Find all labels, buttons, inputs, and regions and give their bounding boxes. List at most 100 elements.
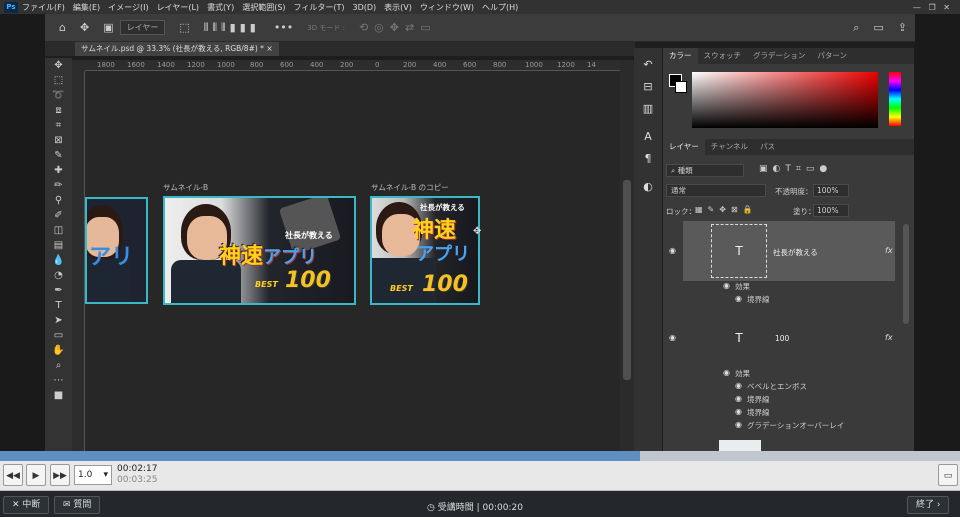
visibility-eye-icon[interactable]: ◉: [669, 333, 676, 342]
effect-stroke[interactable]: 境界線: [747, 394, 770, 405]
artboard-copy-label[interactable]: サムネイル-B のコピー: [371, 182, 449, 193]
eyedropper-tool-icon[interactable]: ✎: [45, 148, 72, 163]
play-button[interactable]: ▶: [26, 464, 46, 486]
close-tab-icon[interactable]: ×: [266, 44, 272, 53]
library-panel-icon[interactable]: ▥: [634, 98, 662, 120]
effect-bevel-emboss[interactable]: ベベルとエンボス: [747, 381, 807, 392]
more-tools-icon[interactable]: ⋯: [45, 373, 72, 388]
canvas-scrollbar[interactable]: [620, 60, 634, 451]
3d-tools-icons[interactable]: ⟲◎✥⇄▭: [359, 21, 437, 34]
menu-file[interactable]: ファイル(F): [22, 2, 65, 13]
tab-gradients[interactable]: グラデーション: [747, 48, 811, 64]
canvas-area[interactable]: アリ サムネイル-B 社長が教える 神速アプリ BEST 100 サムネイル-B…: [85, 71, 620, 451]
effect-stroke[interactable]: 境界線: [747, 294, 770, 305]
menu-image[interactable]: イメージ(I): [108, 2, 148, 13]
fast-forward-button[interactable]: ▶▶: [50, 464, 70, 486]
menu-filter[interactable]: フィルター(T): [294, 2, 345, 13]
artboard-partial[interactable]: アリ: [85, 197, 148, 304]
video-progress-bar[interactable]: [0, 451, 960, 461]
playback-speed-select[interactable]: 1.0 ▾: [74, 465, 112, 485]
visibility-eye-icon[interactable]: ◉: [735, 407, 742, 416]
lasso-tool-icon[interactable]: ➰: [45, 88, 72, 103]
layers-scrollbar-thumb[interactable]: [903, 224, 909, 324]
fx-icon[interactable]: fx: [885, 333, 893, 342]
menu-help[interactable]: ヘルプ(H): [482, 2, 518, 13]
hue-slider[interactable]: [889, 72, 901, 126]
tab-layers[interactable]: レイヤー: [663, 139, 705, 155]
object-select-tool-icon[interactable]: ⧈: [45, 103, 72, 118]
brush-tool-icon[interactable]: ✏: [45, 178, 72, 193]
history-brush-tool-icon[interactable]: ✐: [45, 208, 72, 223]
adjustments-panel-icon[interactable]: ◐: [634, 176, 662, 198]
layer-select-dropdown[interactable]: レイヤー: [119, 20, 166, 35]
rewind-button[interactable]: ◀◀: [3, 464, 23, 486]
menu-window[interactable]: ウィンドウ(W): [420, 2, 474, 13]
frame-tool-icon[interactable]: ⊠: [45, 133, 72, 148]
layer-name[interactable]: 社長が教える: [773, 247, 818, 258]
tab-paths[interactable]: パス: [754, 139, 781, 155]
background-color-swatch[interactable]: [675, 81, 687, 93]
menu-edit[interactable]: 編集(E): [73, 2, 100, 13]
tab-swatches[interactable]: スウォッチ: [698, 48, 748, 64]
visibility-eye-icon[interactable]: ◉: [735, 381, 742, 390]
question-button[interactable]: ✉ 質問: [54, 496, 101, 514]
more-options-icon[interactable]: •••: [274, 21, 293, 34]
tab-patterns[interactable]: パターン: [811, 48, 853, 64]
layer-filter-icons[interactable]: ▣◐T⌗▭●: [759, 164, 832, 174]
opacity-input[interactable]: 100%: [813, 184, 849, 197]
visibility-eye-icon[interactable]: ◉: [723, 368, 730, 377]
zoom-tool-icon[interactable]: ⌕: [45, 358, 72, 373]
share-icon[interactable]: ⇪: [898, 21, 907, 34]
workspace-icon[interactable]: ▭: [873, 21, 883, 34]
character-panel-icon[interactable]: A: [634, 126, 662, 148]
crop-tool-icon[interactable]: ⌗: [45, 118, 72, 133]
scrollbar-thumb[interactable]: [623, 180, 631, 380]
layer-filter-dropdown[interactable]: ⌕ 種類: [666, 164, 744, 177]
end-button[interactable]: 終了 ›: [907, 496, 950, 514]
tab-channels[interactable]: チャンネル: [705, 139, 754, 155]
layer-name[interactable]: 100: [775, 334, 789, 343]
lock-icons[interactable]: ▦✎✥⊠🔒: [695, 205, 758, 214]
menu-view[interactable]: 表示(V): [384, 2, 412, 13]
dodge-tool-icon[interactable]: ◔: [45, 268, 72, 283]
stamp-tool-icon[interactable]: ⚲: [45, 193, 72, 208]
visibility-eye-icon[interactable]: ◉: [735, 394, 742, 403]
paragraph-panel-icon[interactable]: ¶: [634, 148, 662, 170]
visibility-eye-icon[interactable]: ◉: [735, 420, 742, 429]
document-tab[interactable]: サムネイル.psd @ 33.3% (社長が教える, RGB/8#) * ×: [75, 42, 279, 56]
menu-3d[interactable]: 3D(D): [353, 3, 377, 12]
gradient-tool-icon[interactable]: ▤: [45, 238, 72, 253]
window-controls[interactable]: — ❐ ✕: [913, 3, 950, 12]
menu-select[interactable]: 選択範囲(S): [242, 2, 285, 13]
effect-stroke[interactable]: 境界線: [747, 407, 770, 418]
menu-layer[interactable]: レイヤー(L): [157, 2, 199, 13]
fx-icon[interactable]: fx: [885, 246, 893, 255]
hand-tool-icon[interactable]: ✋: [45, 343, 72, 358]
search-icon[interactable]: ⌕: [853, 21, 859, 35]
path-select-tool-icon[interactable]: ➤: [45, 313, 72, 328]
color-picker-field[interactable]: [692, 72, 878, 128]
visibility-eye-icon[interactable]: ◉: [669, 246, 676, 255]
artboard-copy[interactable]: 社長が教える 神速 アプリ BEST 100: [370, 196, 480, 305]
menu-type[interactable]: 書式(Y): [207, 2, 234, 13]
visibility-eye-icon[interactable]: ◉: [735, 294, 742, 303]
move-tool-icon[interactable]: ✥: [45, 58, 72, 73]
effect-gradient-overlay[interactable]: グラデーションオーバーレイ: [747, 420, 844, 431]
properties-panel-icon[interactable]: ⊟: [634, 76, 662, 98]
pen-tool-icon[interactable]: ✒: [45, 283, 72, 298]
align-icons[interactable]: ⫴⫴⫴▮▮▮: [204, 21, 260, 35]
healing-tool-icon[interactable]: ✚: [45, 163, 72, 178]
interrupt-button[interactable]: ✕ 中断: [3, 496, 50, 514]
fullscreen-button[interactable]: ▭: [938, 464, 958, 486]
type-tool-icon[interactable]: T: [45, 298, 72, 313]
home-icon[interactable]: ⌂: [59, 21, 66, 34]
eraser-tool-icon[interactable]: ◫: [45, 223, 72, 238]
color-swatches-icon[interactable]: ■: [45, 388, 72, 403]
artboard-b-label[interactable]: サムネイル-B: [163, 182, 208, 193]
fill-input[interactable]: 100%: [813, 204, 849, 217]
tab-color[interactable]: カラー: [663, 48, 698, 64]
marquee-tool-icon[interactable]: ⬚: [45, 73, 72, 88]
transform-controls-icon[interactable]: ⬚: [179, 21, 189, 34]
blend-mode-dropdown[interactable]: 通常: [666, 184, 766, 197]
move-tool-icon[interactable]: ✥: [80, 21, 89, 34]
